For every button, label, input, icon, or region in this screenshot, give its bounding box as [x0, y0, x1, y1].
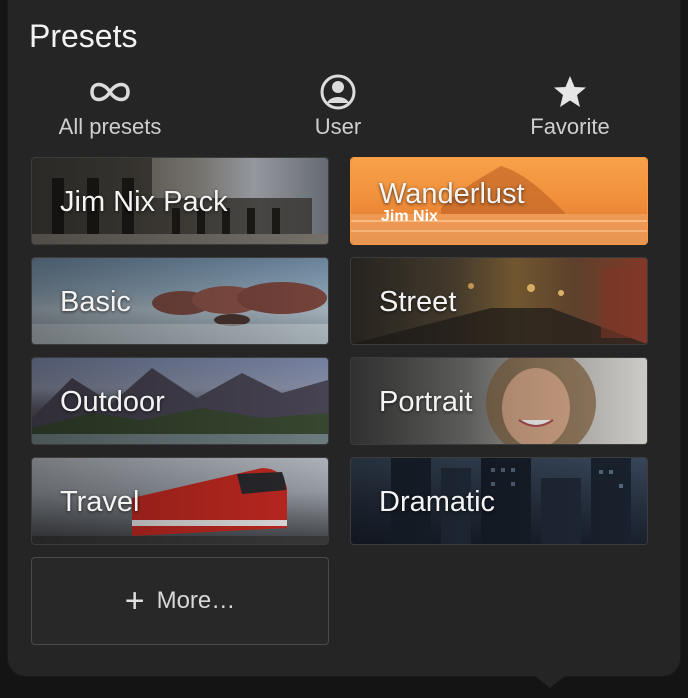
star-icon	[490, 72, 650, 112]
filter-favorite[interactable]: Favorite	[490, 72, 650, 142]
preset-label: Wanderlust	[379, 178, 525, 210]
preset-wanderlust[interactable]: Wanderlust Jim Nix	[350, 157, 648, 245]
more-label: More…	[156, 587, 236, 614]
user-icon	[258, 72, 418, 112]
more-presets-button[interactable]: + More…	[31, 557, 329, 645]
plus-icon: +	[124, 582, 145, 620]
preset-label: Street	[379, 286, 457, 318]
preset-street[interactable]: Street	[350, 257, 648, 345]
preset-label: Portrait	[379, 386, 473, 418]
preset-label: Jim Nix Pack	[60, 186, 228, 218]
filter-user[interactable]: User	[258, 72, 418, 142]
preset-label: Dramatic	[379, 486, 496, 518]
preset-label: Travel	[60, 486, 140, 518]
preset-dramatic[interactable]: Dramatic	[350, 457, 648, 545]
panel-title: Presets	[29, 18, 138, 54]
preset-label: Basic	[60, 286, 131, 318]
filter-label: All presets	[58, 114, 162, 139]
filter-label: Favorite	[530, 114, 610, 139]
preset-basic[interactable]: Basic	[31, 257, 329, 345]
popover-caret	[530, 672, 570, 688]
preset-portrait[interactable]: Portrait	[350, 357, 648, 445]
preset-jim-nix-pack[interactable]: Jim Nix Pack	[31, 157, 329, 245]
preset-travel[interactable]: Travel	[31, 457, 329, 545]
filter-label: User	[314, 114, 362, 139]
preset-subtitle: Jim Nix	[381, 208, 438, 225]
infinity-icon	[30, 72, 190, 112]
preset-outdoor[interactable]: Outdoor	[31, 357, 329, 445]
presets-panel: Presets All presets User Favorite Jim Ni…	[8, 0, 680, 676]
filter-all-presets[interactable]: All presets	[30, 72, 190, 142]
preset-label: Outdoor	[60, 386, 165, 418]
